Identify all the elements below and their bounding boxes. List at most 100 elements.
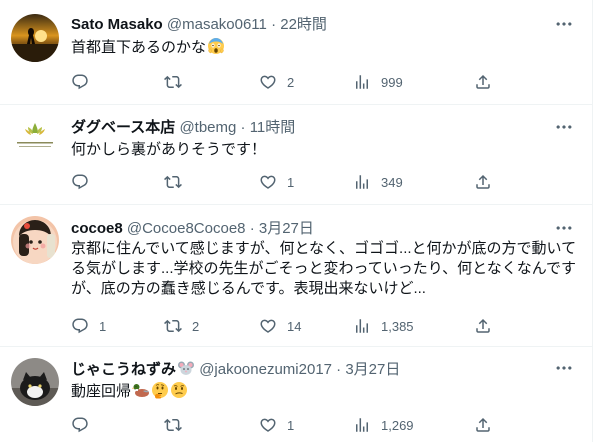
reply-icon [71,73,89,91]
tweet-time[interactable]: 22時間 [280,16,327,33]
heart-icon [259,416,277,434]
bar-chart-icon [353,73,371,91]
share-button[interactable] [474,415,492,435]
retweet-icon [164,317,182,335]
tweet-actions: 1 1,269 [71,415,574,435]
heart-icon [259,317,277,335]
tweet[interactable]: じゃこうねずみ @jakoonezumi2017 · 3月27日 動座回帰 1 … [0,347,592,442]
retweet-icon [164,416,182,434]
view-count: 349 [381,174,403,190]
more-options-icon[interactable] [554,218,574,238]
tweet-text-content: 何かしら裏がありそうです！ [71,141,267,158]
retweet-count: 2 [192,318,200,334]
author-handle[interactable]: @jakoonezumi2017 [199,361,332,378]
avatar[interactable] [11,14,59,62]
author-name[interactable]: ダグベース本店 [71,119,175,136]
more-options-icon[interactable] [554,117,574,137]
tweet-header: Sato Masako @masako0611 · 22時間 [71,15,552,35]
tweet-header: じゃこうねずみ @jakoonezumi2017 · 3月27日 [71,359,552,379]
reply-button[interactable]: 1 [71,316,106,336]
tweet-text: 京都に住んでいて感じますが、何となく、ゴゴゴ...と何かが底の方で動いて る気が… [71,239,577,299]
reply-button[interactable] [71,72,89,92]
tweet-text-line: 京都に住んでいて感じますが、何となく、ゴゴゴ...と何かが底の方で動いて [71,240,577,257]
like-count: 1 [287,174,295,190]
like-button[interactable]: 2 [259,72,294,92]
views-button[interactable]: 1,269 [353,415,414,435]
author-handle[interactable]: @tbemg [179,119,236,136]
mouse-emoji [178,361,195,375]
like-count: 1 [287,417,295,433]
tweet-time[interactable]: 3月27日 [345,361,400,378]
like-count: 2 [287,74,295,90]
author-name[interactable]: じゃこうねずみ [71,361,176,378]
tweet-time[interactable]: 11時間 [250,119,296,136]
views-button[interactable]: 999 [353,72,403,92]
tweet-actions: 1 349 [71,172,574,192]
retweet-icon [164,173,182,191]
heart-icon [259,73,277,91]
tweet[interactable]: ダグベース本店 @tbemg · 11時間 何かしら裏がありそうです！ 1 34… [0,105,592,205]
avatar[interactable] [11,115,59,163]
share-button[interactable] [474,72,492,92]
tweet-text: 何かしら裏がありそうです！ [71,140,574,160]
confused-emoji [171,382,188,398]
author-handle[interactable]: @Cocoe8Cocoe8 [127,220,246,237]
heart-icon [259,173,277,191]
tweet[interactable]: cocoe8 @Cocoe8Cocoe8 · 3月27日 京都に住んでいて感じま… [0,205,592,347]
share-button[interactable] [474,316,492,336]
separator-dot: · [240,119,246,136]
like-button[interactable]: 1 [259,415,294,435]
view-count: 1,385 [381,318,414,334]
duck-emoji [132,384,150,397]
share-icon [474,173,492,191]
tweet-header: cocoe8 @Cocoe8Cocoe8 · 3月27日 [71,219,552,239]
bar-chart-icon [353,173,371,191]
more-options-icon[interactable] [554,14,574,34]
reply-button[interactable] [71,415,89,435]
views-button[interactable]: 349 [353,172,403,192]
tweet-text-content: 首都直下あるのかな [71,39,207,56]
separator-dot: · [271,16,277,33]
tweet-actions: 2 999 [71,72,574,92]
like-count: 14 [287,318,302,334]
share-icon [474,416,492,434]
reply-icon [71,416,89,434]
tweet-text-line: る気がします...学校の先生がごそっと変わっていったり、何となくなんです [71,260,576,277]
bar-chart-icon [353,416,371,434]
reply-icon [71,173,89,191]
retweet-button[interactable] [164,172,182,192]
author-name[interactable]: Sato Masako [71,16,163,33]
scream-emoji [208,38,225,54]
more-options-icon[interactable] [554,358,574,378]
like-button[interactable]: 1 [259,172,294,192]
author-name[interactable]: cocoe8 [71,220,123,237]
retweet-icon [164,73,182,91]
separator-dot: · [249,220,255,237]
author-handle[interactable]: @masako0611 [167,16,267,33]
tweet-time[interactable]: 3月27日 [259,220,314,237]
avatar[interactable] [11,216,59,264]
avatar[interactable] [11,358,59,406]
tweet-text: 首都直下あるのかな [71,37,574,58]
tweet-header: ダグベース本店 @tbemg · 11時間 [71,118,552,138]
tweet-text-content: 動座回帰 [71,383,132,400]
retweet-button[interactable]: 2 [164,316,199,336]
views-button[interactable]: 1,385 [353,316,414,336]
reply-button[interactable] [71,172,89,192]
tweet-text: 動座回帰 [71,381,574,402]
retweet-button[interactable] [164,415,182,435]
share-icon [474,317,492,335]
like-button[interactable]: 14 [259,316,301,336]
tweet-text-line: が、底の方の蠢き感じるんです。表現出来ないけど... [71,280,426,297]
share-button[interactable] [474,172,492,192]
view-count: 1,269 [381,417,414,433]
timeline-feed: Sato Masako @masako0611 · 22時間 首都直下あるのかな… [0,0,593,442]
view-count: 999 [381,74,403,90]
thinking-emoji [152,382,169,399]
tweet-actions: 1 2 14 1,385 [71,316,574,336]
tweet[interactable]: Sato Masako @masako0611 · 22時間 首都直下あるのかな… [0,0,592,105]
retweet-button[interactable] [164,72,182,92]
reply-count: 1 [99,318,107,334]
share-icon [474,73,492,91]
reply-icon [71,317,89,335]
